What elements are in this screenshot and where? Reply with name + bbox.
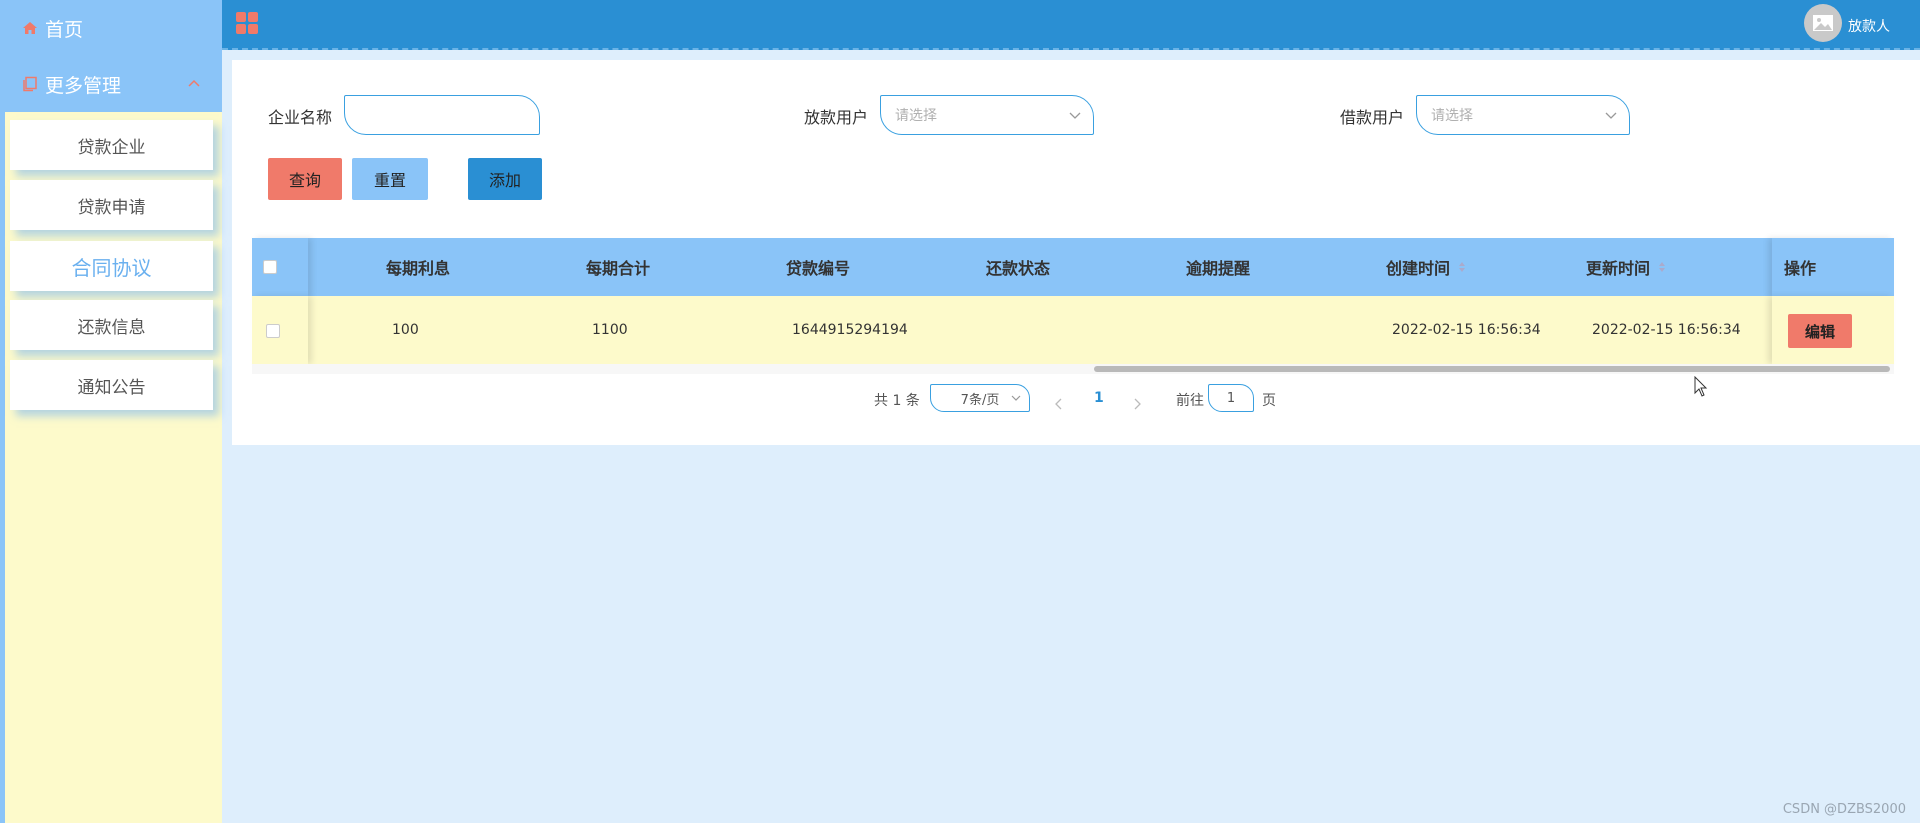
goto-page-input[interactable]: 1 (1208, 384, 1254, 412)
sort-icon[interactable] (1458, 261, 1466, 273)
sidebar-home[interactable]: 首页 (5, 0, 222, 56)
chevron-up-icon (188, 79, 200, 87)
page-size-select[interactable]: 7条/页 (930, 384, 1030, 412)
chevron-down-icon (1605, 112, 1617, 119)
column-header-created[interactable]: 创建时间 (1386, 238, 1466, 296)
sidebar: 首页 更多管理 贷款企业 贷款申请 合同协议 还款信息 通知公告 (0, 0, 222, 823)
column-header-interest: 每期利息 (386, 259, 451, 278)
column-header-overdue: 逾期提醒 (1186, 259, 1251, 278)
column-header-total: 每期合计 (586, 259, 651, 278)
column-header-repay-status: 还款状态 (986, 259, 1051, 278)
cell-total: 1100 (592, 322, 628, 338)
cell-interest: 100 (392, 322, 419, 338)
sidebar-group-label: 更多管理 (45, 74, 122, 97)
sidebar-item-loan-company[interactable]: 贷款企业 (10, 120, 213, 170)
column-header-updated-label: 更新时间 (1586, 259, 1651, 278)
lender-user-placeholder: 请选择 (895, 108, 937, 124)
sidebar-group-more[interactable]: 更多管理 (5, 56, 222, 112)
avatar[interactable] (1804, 4, 1842, 42)
column-header-updated[interactable]: 更新时间 (1586, 238, 1666, 296)
borrower-user-label: 借款用户 (1340, 108, 1405, 127)
copy-icon (21, 75, 39, 93)
query-button[interactable]: 查询 (268, 158, 342, 200)
sidebar-item-label: 合同协议 (71, 255, 152, 280)
home-icon (21, 19, 39, 37)
page-suffix: 页 (1262, 393, 1276, 409)
top-bar: 放款人 (222, 0, 1920, 50)
lender-user-label: 放款用户 (804, 108, 869, 127)
sidebar-item-notice[interactable]: 通知公告 (10, 360, 213, 410)
content-card: 企业名称 放款用户 请选择 借款用户 请选择 查询 重置 添加 每期利息 每期合… (232, 60, 1920, 445)
pagination-current-page[interactable]: 1 (1094, 390, 1104, 406)
sidebar-item-label: 通知公告 (77, 377, 146, 398)
cell-created: 2022-02-15 16:56:34 (1392, 322, 1541, 338)
sidebar-item-loan-application[interactable]: 贷款申请 (10, 180, 213, 230)
pagination-total: 共 1 条 (874, 393, 920, 409)
sidebar-item-repayment[interactable]: 还款信息 (10, 300, 213, 350)
sidebar-item-contract[interactable]: 合同协议 (10, 241, 213, 291)
horizontal-scrollbar[interactable] (252, 364, 1894, 374)
watermark: CSDN @DZBS2000 (1782, 802, 1906, 817)
reset-button[interactable]: 重置 (352, 158, 428, 200)
column-header-created-label: 创建时间 (1386, 259, 1451, 278)
mouse-cursor-icon (1694, 376, 1708, 397)
add-button[interactable]: 添加 (468, 158, 542, 200)
chevron-down-icon (1011, 395, 1021, 401)
user-name[interactable]: 放款人 (1848, 16, 1890, 36)
borrower-user-select[interactable]: 请选择 (1416, 95, 1630, 135)
sidebar-home-label: 首页 (45, 18, 84, 41)
cell-loan-no: 1644915294194 (792, 322, 908, 338)
image-icon (1813, 15, 1833, 31)
edit-button[interactable]: 编辑 (1788, 314, 1852, 348)
lender-user-select[interactable]: 请选择 (880, 95, 1094, 135)
column-header-loan-no: 贷款编号 (786, 259, 851, 278)
table-row: 100 1100 1644915294194 2022-02-15 16:56:… (252, 296, 1894, 364)
sidebar-item-label: 还款信息 (77, 317, 146, 338)
scrollbar-thumb[interactable] (1094, 366, 1890, 372)
next-page-icon[interactable] (1132, 398, 1142, 410)
goto-page-value: 1 (1226, 390, 1236, 406)
borrower-user-placeholder: 请选择 (1431, 108, 1473, 124)
sort-icon[interactable] (1658, 261, 1666, 273)
company-name-input[interactable] (344, 95, 540, 135)
column-header-actions: 操作 (1784, 259, 1817, 278)
page-size-value: 7条/页 (960, 392, 1000, 408)
prev-page-icon[interactable] (1054, 398, 1064, 410)
cell-updated: 2022-02-15 16:56:34 (1592, 322, 1741, 338)
grid-menu-icon[interactable] (236, 12, 258, 34)
sidebar-item-label: 贷款企业 (77, 137, 146, 158)
row-checkbox[interactable] (266, 324, 280, 338)
company-name-label: 企业名称 (268, 108, 333, 127)
goto-label: 前往 (1176, 393, 1204, 409)
select-all-checkbox[interactable] (263, 260, 277, 274)
table-header: 每期利息 每期合计 贷款编号 还款状态 逾期提醒 创建时间 更新时间 操作 (252, 238, 1894, 296)
sidebar-item-label: 贷款申请 (77, 197, 146, 218)
chevron-down-icon (1069, 112, 1081, 119)
